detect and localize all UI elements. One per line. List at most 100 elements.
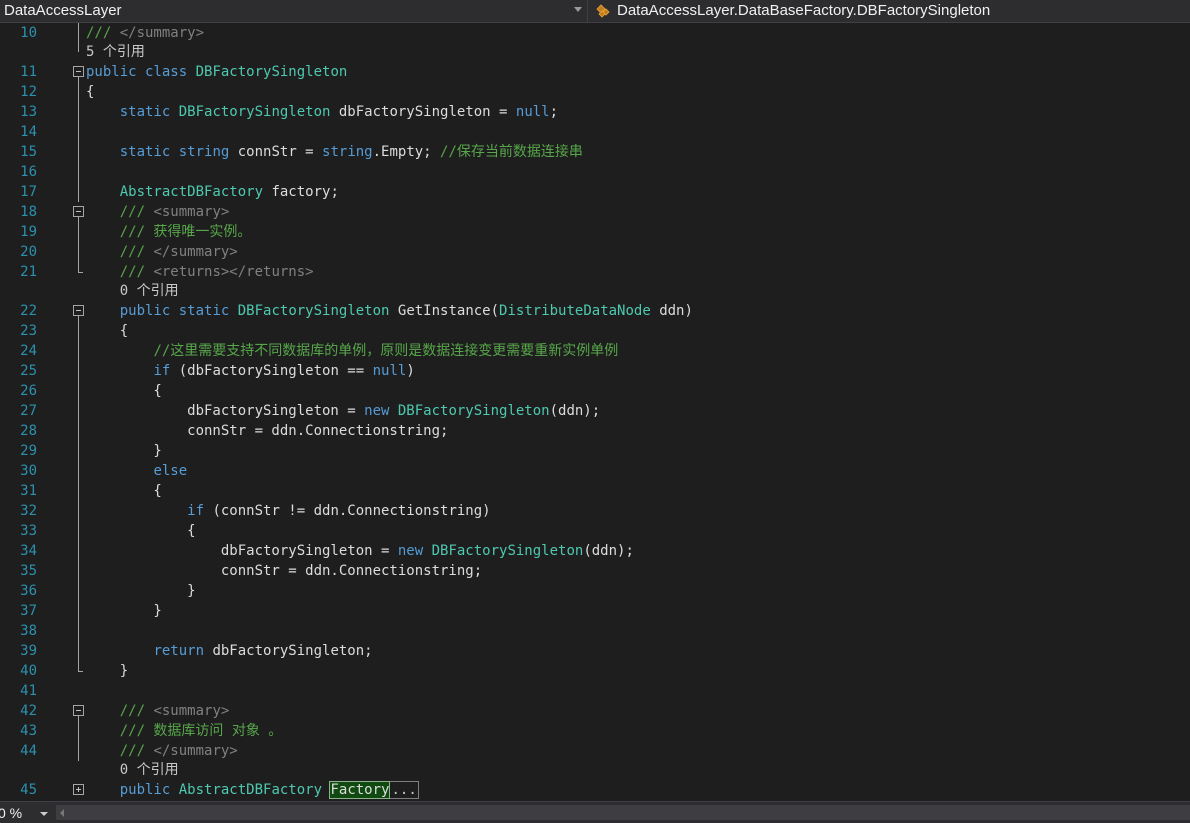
code-text[interactable]: /// 获得唯一实例。 [86, 222, 252, 242]
code-text[interactable]: /// </summary> [86, 741, 238, 761]
code-line: 44 /// </summary> [0, 741, 1190, 761]
collapsed-region-indicator[interactable]: ... [389, 781, 419, 799]
code-token: </summary> [153, 244, 238, 260]
code-text[interactable]: { [86, 321, 128, 341]
code-line: 33 { [0, 521, 1190, 541]
code-text[interactable]: static string connStr = string.Empty; //… [86, 142, 583, 162]
line-number: 42 [20, 703, 37, 719]
code-line: 32 if (connStr != ddn.Connectionstring) [0, 501, 1190, 521]
code-line: 39 return dbFactorySingleton; [0, 641, 1190, 661]
class-icon [596, 4, 610, 18]
code-text[interactable]: if (connStr != ddn.Connectionstring) [86, 501, 490, 521]
code-text[interactable]: AbstractDBFactory factory; [86, 182, 339, 202]
zoom-dropdown-icon[interactable] [40, 812, 48, 816]
codelens-text[interactable]: 0 个引用 [86, 282, 179, 301]
line-number: 21 [20, 264, 37, 280]
code-line: 11 public class DBFactorySingleton [0, 62, 1190, 82]
code-token: string [322, 144, 373, 160]
code-text[interactable]: //这里需要支持不同数据库的单例，原则是数据连接变更需要重新实例单例 [86, 341, 618, 361]
code-token: { [86, 523, 196, 539]
code-text[interactable]: public static DBFactorySingleton GetInst… [86, 301, 693, 321]
code-text[interactable]: } [86, 581, 196, 601]
code-text[interactable]: public class DBFactorySingleton [86, 62, 347, 82]
collapse-icon[interactable] [73, 705, 84, 716]
code-text[interactable]: connStr = ddn.Connectionstring; [86, 421, 448, 441]
code-line: 20 /// </summary> [0, 242, 1190, 262]
code-text[interactable]: } [86, 441, 161, 461]
code-line: 42 /// <summary> [0, 701, 1190, 721]
line-number: 11 [20, 64, 37, 80]
line-number: 41 [20, 683, 37, 699]
zoom-level[interactable]: 0 % [0, 805, 22, 821]
codelens-text[interactable]: 0 个引用 [86, 761, 179, 780]
line-number: 24 [20, 343, 37, 359]
line-number: 35 [20, 563, 37, 579]
code-token: /// [119, 244, 154, 260]
code-text[interactable]: } [86, 661, 128, 681]
code-token: DBFactorySingleton [397, 403, 550, 419]
member-dropdown-label: DataAccessLayer.DataBaseFactory.DBFactor… [617, 2, 991, 19]
code-token: DBFactorySingleton [237, 303, 390, 319]
code-text[interactable]: dbFactorySingleton = new DBFactorySingle… [86, 541, 634, 561]
line-number: 29 [20, 443, 37, 459]
horizontal-scrollbar[interactable] [56, 805, 1190, 820]
code-text[interactable]: { [86, 521, 196, 541]
code-text[interactable]: dbFactorySingleton = new DBFactorySingle… [86, 401, 600, 421]
code-text[interactable]: else [86, 461, 187, 481]
codelens-text[interactable]: 5 个引用 [86, 43, 145, 62]
collapse-icon[interactable] [73, 66, 84, 77]
code-text[interactable]: { [86, 82, 94, 102]
code-token: DBFactorySingleton [431, 543, 584, 559]
collapse-icon[interactable] [73, 305, 84, 316]
code-text[interactable]: /// <returns></returns> [86, 262, 314, 282]
code-text[interactable]: static DBFactorySingleton dbFactorySingl… [86, 102, 558, 122]
project-dropdown[interactable]: DataAccessLayer [0, 0, 588, 22]
member-dropdown[interactable]: DataAccessLayer.DataBaseFactory.DBFactor… [589, 0, 1190, 22]
code-token: } [86, 583, 196, 599]
line-number: 40 [20, 663, 37, 679]
code-text[interactable]: } [86, 601, 161, 621]
code-token: new [397, 543, 432, 559]
outline-guide [78, 217, 79, 272]
line-number: 25 [20, 363, 37, 379]
code-text[interactable]: connStr = ddn.Connectionstring; [86, 561, 482, 581]
code-text[interactable]: /// 数据库访问 对象 。 [86, 721, 283, 741]
code-text[interactable]: /// <summary> [86, 202, 230, 222]
code-token: connStr = ddn.Connectionstring; [86, 423, 449, 439]
code-token: public [119, 782, 179, 798]
code-text[interactable]: return dbFactorySingleton; [86, 641, 372, 661]
code-token: <summary> [153, 703, 230, 719]
code-token: dbFactorySingleton = [330, 104, 516, 120]
line-number: 10 [20, 25, 37, 41]
code-token: if [153, 363, 171, 379]
line-number: 43 [20, 723, 37, 739]
code-text[interactable]: /// <summary> [86, 701, 230, 721]
code-token: return [153, 643, 205, 659]
collapse-icon[interactable] [73, 206, 84, 217]
code-text[interactable]: { [86, 381, 161, 401]
code-editor[interactable]: 10/// </summary> 5 个引用 11 public class DBFa… [0, 23, 1190, 801]
code-token: (dbFactorySingleton == [170, 363, 373, 379]
code-text[interactable]: if (dbFactorySingleton == null) [86, 361, 414, 381]
code-token: //保存当前数据连接串 [440, 144, 583, 160]
code-line: 37 } [0, 601, 1190, 621]
code-token: /// [119, 743, 154, 759]
code-text[interactable]: /// </summary> [86, 242, 238, 262]
line-number: 26 [20, 383, 37, 399]
code-text[interactable]: { [86, 481, 161, 501]
scroll-left-icon[interactable] [60, 809, 64, 817]
code-line: 34 dbFactorySingleton = new DBFactorySin… [0, 541, 1190, 561]
outline-guide [78, 77, 79, 202]
line-number: 13 [20, 104, 37, 120]
code-text[interactable]: /// </summary> [86, 23, 204, 43]
code-text[interactable]: public AbstractDBFactory Factory... [86, 780, 419, 800]
code-line: 19 /// 获得唯一实例。 [0, 222, 1190, 242]
code-token: AbstractDBFactory [178, 782, 323, 798]
codelens-references: 5 个引用 [0, 43, 1190, 62]
code-line: 25 if (dbFactorySingleton == null) [0, 361, 1190, 381]
code-token: class [145, 64, 196, 80]
expand-icon[interactable] [73, 784, 84, 795]
